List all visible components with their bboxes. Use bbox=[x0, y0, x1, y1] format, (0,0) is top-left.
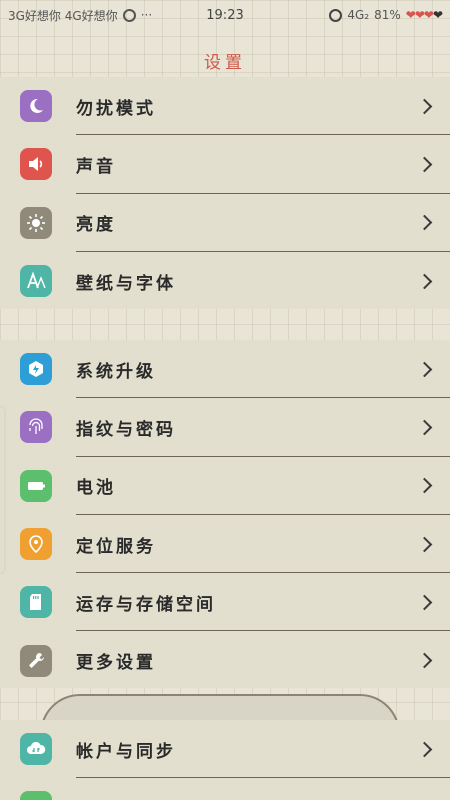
settings-group-1: 勿扰模式 声音 亮度 壁纸与字体 bbox=[0, 77, 450, 309]
setting-row-storage[interactable]: 运存与存储空间 bbox=[0, 573, 450, 632]
battery-hearts-icon: ❤❤❤❤ bbox=[405, 8, 443, 22]
setting-row-more-settings[interactable]: 更多设置 bbox=[0, 631, 450, 689]
partial-icon bbox=[20, 791, 52, 800]
setting-label: 帐户与同步 bbox=[76, 741, 176, 762]
chevron-right-icon bbox=[416, 652, 433, 669]
setting-label: 勿扰模式 bbox=[76, 98, 156, 119]
wrench-icon bbox=[20, 644, 52, 677]
setting-label: 电池 bbox=[76, 478, 116, 499]
location-icon bbox=[20, 528, 52, 561]
illustration-shape bbox=[40, 694, 400, 720]
status-left: 3G好想你 4G好想你 ··· bbox=[8, 7, 152, 24]
font-icon bbox=[20, 265, 52, 298]
settings-group-3: 帐户与同步 bbox=[0, 720, 450, 800]
chevron-right-icon bbox=[416, 594, 433, 611]
setting-row-battery[interactable]: 电池 bbox=[0, 457, 450, 515]
background-illustration bbox=[0, 688, 450, 720]
setting-label: 声音 bbox=[76, 156, 116, 177]
setting-label: 亮度 bbox=[76, 215, 116, 236]
more-dots: ··· bbox=[140, 8, 153, 22]
chevron-right-icon bbox=[416, 741, 433, 757]
moon-icon bbox=[20, 90, 52, 123]
battery-icon bbox=[20, 469, 52, 502]
setting-row-partial[interactable] bbox=[0, 778, 450, 800]
setting-row-fingerprint-password[interactable]: 指纹与密码 bbox=[0, 398, 450, 457]
setting-label: 壁纸与字体 bbox=[76, 273, 176, 294]
setting-row-location[interactable]: 定位服务 bbox=[0, 515, 450, 574]
package-icon bbox=[20, 353, 52, 386]
setting-label: 更多设置 bbox=[76, 653, 156, 674]
sdcard-icon bbox=[20, 586, 52, 619]
setting-label: 定位服务 bbox=[76, 536, 156, 557]
chevron-right-icon bbox=[416, 214, 433, 231]
setting-label: 运存与存储空间 bbox=[76, 594, 216, 615]
status-bar: 3G好想你 4G好想你 ··· 19:23 4G₂ 81% ❤❤❤❤ bbox=[0, 0, 450, 30]
chevron-right-icon bbox=[416, 361, 433, 377]
setting-row-system-update[interactable]: 系统升级 bbox=[0, 340, 450, 399]
carrier-label: 3G好想你 4G好想你 bbox=[8, 8, 118, 23]
network-label: 4G₂ bbox=[347, 8, 370, 22]
sun-icon bbox=[20, 206, 52, 239]
speaker-icon bbox=[20, 148, 52, 181]
alarm-icon bbox=[329, 8, 343, 22]
fingerprint-icon bbox=[20, 411, 52, 444]
chevron-right-icon bbox=[416, 419, 433, 436]
chevron-right-icon bbox=[416, 273, 433, 289]
setting-row-sound[interactable]: 声音 bbox=[0, 135, 450, 194]
sync-status-icon bbox=[122, 8, 136, 22]
chevron-right-icon bbox=[416, 98, 433, 114]
cloud-sync-icon bbox=[20, 733, 52, 766]
setting-label: 指纹与密码 bbox=[76, 419, 176, 440]
status-right: 4G₂ 81% ❤❤❤❤ bbox=[329, 8, 443, 22]
setting-row-brightness[interactable]: 亮度 bbox=[0, 194, 450, 252]
chevron-right-icon bbox=[416, 536, 433, 552]
chevron-right-icon bbox=[416, 477, 433, 494]
setting-row-wallpaper-font[interactable]: 壁纸与字体 bbox=[0, 252, 450, 310]
page-title: 设置 bbox=[204, 53, 246, 73]
setting-label: 系统升级 bbox=[76, 361, 156, 382]
settings-group-2: 系统升级 指纹与密码 电池 定位服务 运存与存储空间 更多设置 bbox=[0, 340, 450, 688]
setting-row-do-not-disturb[interactable]: 勿扰模式 bbox=[0, 77, 450, 136]
chevron-right-icon bbox=[416, 156, 433, 173]
setting-row-account-sync[interactable]: 帐户与同步 bbox=[0, 720, 450, 779]
battery-percent: 81% bbox=[374, 8, 401, 22]
